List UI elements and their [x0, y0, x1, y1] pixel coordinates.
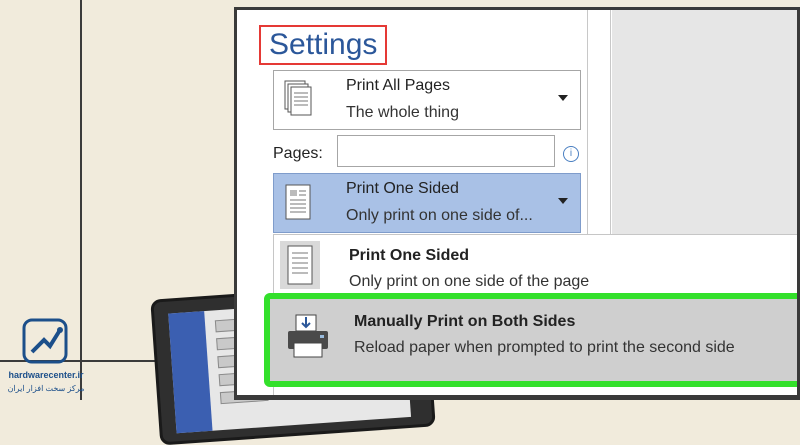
logo-subtext: مرکز سخت افزار ایران [7, 384, 85, 393]
print-settings-screenshot: Settings Print All Pages The whole thing… [234, 7, 800, 400]
print-sided-title: Print One Sided [346, 180, 459, 197]
print-pages-subtitle: The whole thing [346, 104, 459, 121]
menu-item-description: Reload paper when prompted to print the … [354, 339, 735, 356]
menu-item-manual-duplex[interactable]: Manually Print on Both Sides Reload pape… [264, 293, 797, 387]
print-sided-subtitle: Only print on one side of... [346, 207, 533, 224]
printer-icon [288, 314, 328, 358]
print-pages-title: Print All Pages [346, 77, 451, 94]
print-sided-dropdown[interactable]: Print One Sided Only print on one side o… [273, 173, 581, 233]
document-stack-icon [284, 80, 312, 116]
info-icon[interactable]: i [563, 146, 579, 162]
chevron-down-icon[interactable] [558, 198, 568, 204]
menu-item-title: Manually Print on Both Sides [354, 313, 576, 330]
print-pages-dropdown[interactable]: Print All Pages The whole thing [273, 70, 581, 130]
menu-item-description: Only print on one side of the page [349, 273, 590, 290]
single-page-icon [285, 184, 311, 220]
pages-input[interactable] [337, 135, 555, 167]
settings-heading: Settings [259, 25, 388, 65]
pages-label: Pages: [273, 145, 323, 162]
sided-options-menu: Print One Sided Only print on one side o… [264, 234, 797, 395]
menu-item-title: Print One Sided [349, 247, 470, 264]
chevron-down-icon[interactable] [558, 95, 568, 101]
single-page-icon [280, 241, 320, 289]
laptop-sidebar [168, 311, 213, 434]
menu-item-print-one-sided[interactable]: Print One Sided Only print on one side o… [274, 235, 797, 295]
hardwarecenter-logo: hardwarecenter.ir مرکز سخت افزار ایران [6, 318, 84, 400]
print-settings-pane: Settings Print All Pages The whole thing… [237, 10, 797, 395]
logo-mark-icon [22, 318, 68, 364]
logo-text: hardwarecenter.ir [8, 370, 84, 380]
